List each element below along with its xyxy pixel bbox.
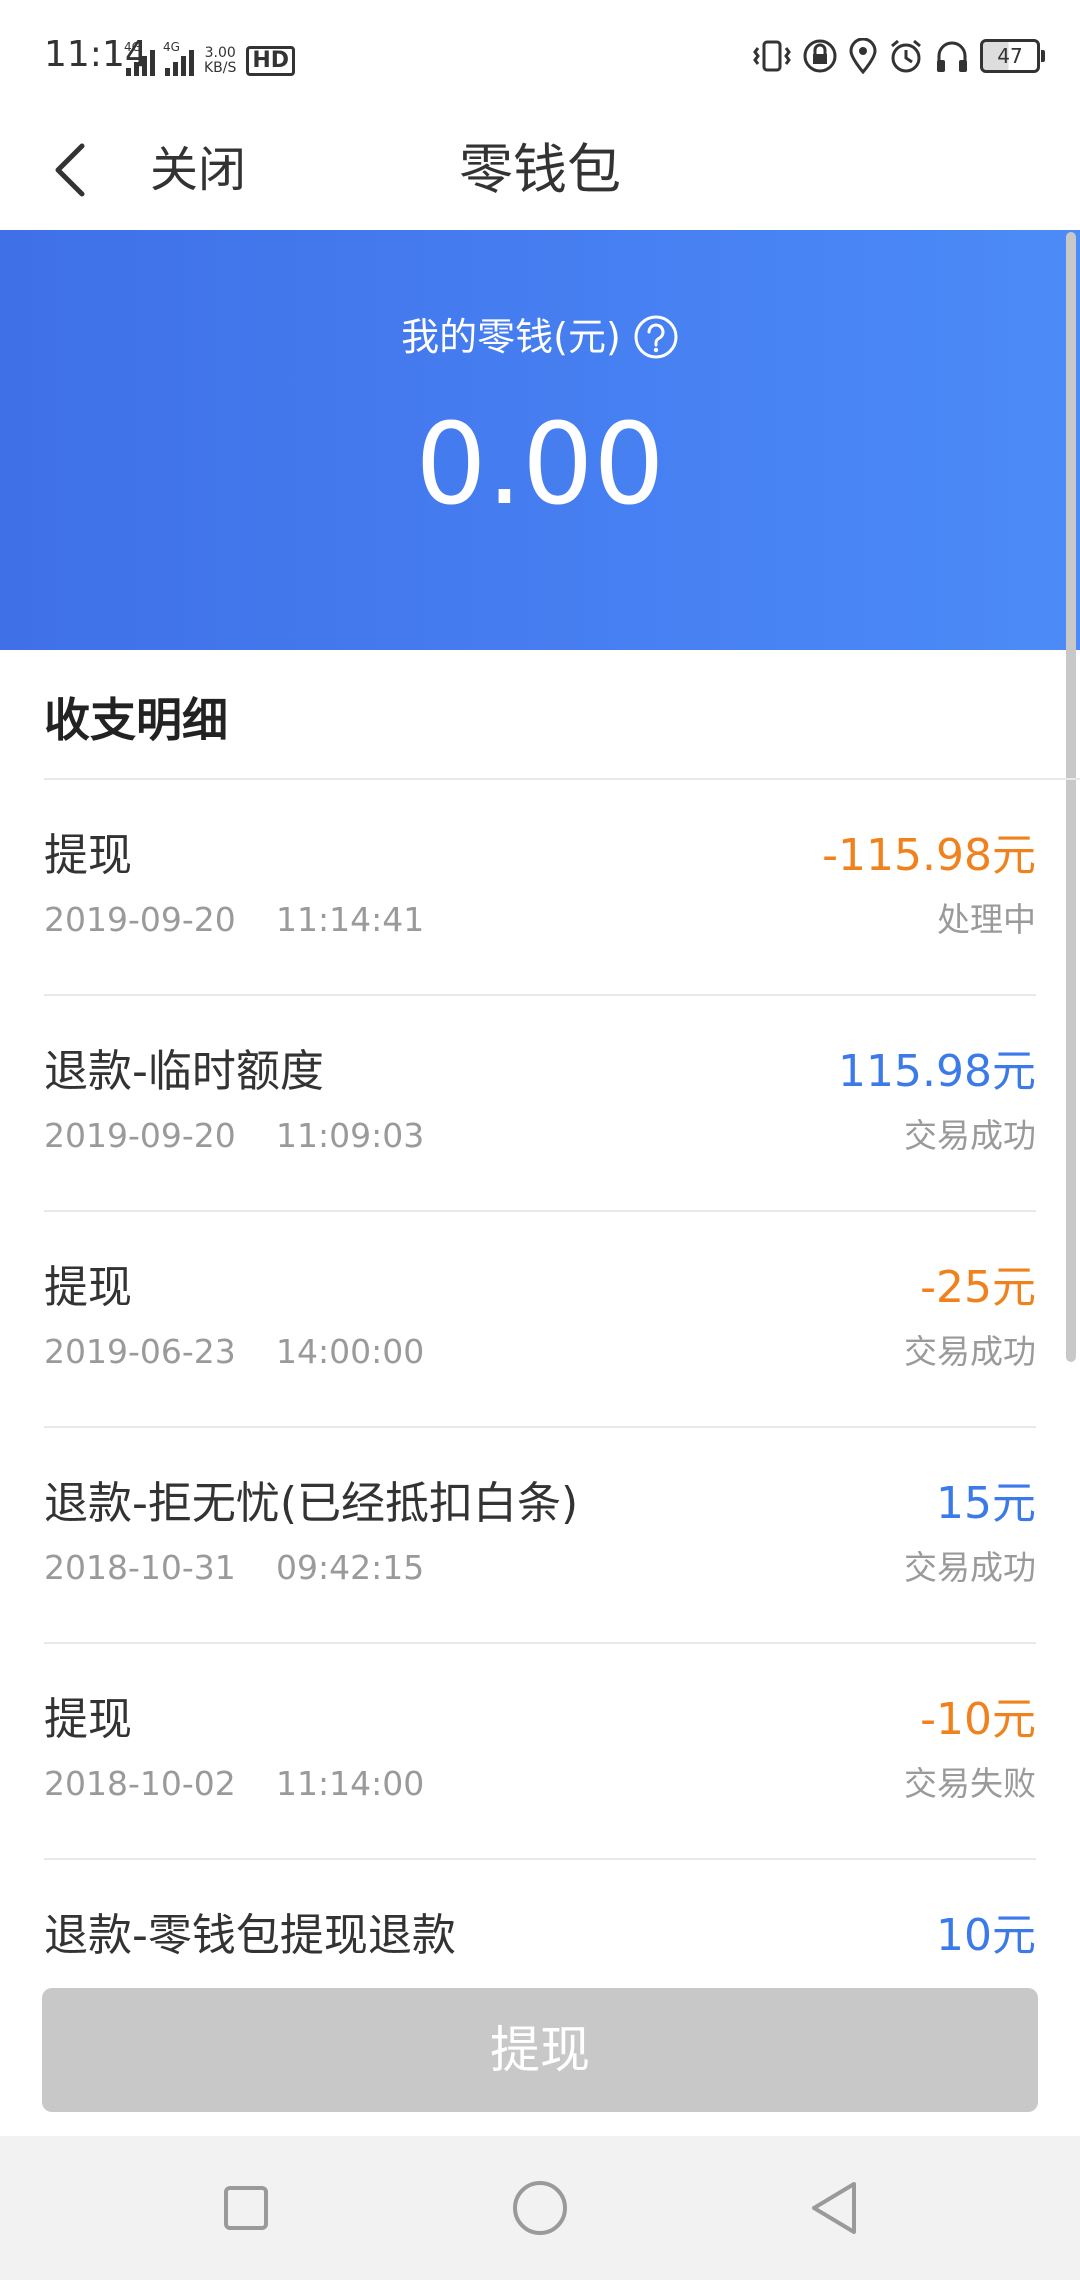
balance-label: 我的零钱(元) — [401, 315, 621, 359]
transaction-title: 提现 — [44, 1262, 132, 1313]
transaction-item[interactable]: 提现 2019-09-20 11:14:41 -115.98元 处理中 — [44, 780, 1036, 996]
transaction-date: 2018-10-02 — [44, 1764, 236, 1803]
status-bar: 11:14 4G 4G 3.00 KB/S HD 47 — [0, 0, 1080, 110]
transaction-date: 2019-09-20 — [44, 1116, 236, 1155]
transaction-time: 14:00:00 — [276, 1332, 425, 1371]
transaction-amount: -115.98元 — [822, 830, 1036, 881]
network-indicators: 4G 4G 3.00 KB/S HD — [124, 34, 296, 76]
transaction-time: 11:14:41 — [276, 900, 425, 939]
signal-icon: 4G — [124, 40, 155, 76]
network-speed-value: 3.00 — [204, 45, 236, 61]
section-title: 收支明细 — [44, 693, 228, 747]
transaction-title: 退款-零钱包提现退款 — [44, 1910, 456, 1961]
transaction-date: 2018-10-31 — [44, 1548, 236, 1587]
battery-icon: 47 — [980, 39, 1045, 73]
transaction-list: 提现 2019-09-20 11:14:41 -115.98元 处理中 退款-临… — [0, 780, 1080, 1990]
lock-rotation-icon — [803, 39, 837, 73]
network-speed: 3.00 KB/S — [204, 46, 236, 76]
transaction-date: 2019-06-23 — [44, 1332, 236, 1371]
transaction-title: 退款-临时额度 — [44, 1046, 324, 1097]
transaction-amount: -10元 — [920, 1694, 1036, 1745]
hd-voice-icon: HD — [246, 46, 296, 76]
network-speed-unit: KB/S — [204, 60, 237, 76]
balance-amount: 0.00 — [415, 400, 665, 530]
transaction-item[interactable]: 退款-临时额度 2019-09-20 11:09:03 115.98元 交易成功 — [44, 996, 1036, 1212]
transaction-status: 交易成功 — [904, 1548, 1036, 1587]
transaction-amount: 115.98元 — [838, 1046, 1036, 1097]
transaction-status: 交易成功 — [904, 1116, 1036, 1155]
alarm-icon — [891, 39, 921, 73]
headphones-icon — [937, 41, 967, 72]
transaction-time: 09:42:15 — [276, 1548, 425, 1587]
circle-icon — [513, 2181, 567, 2235]
transaction-title: 提现 — [44, 1694, 132, 1745]
navigation-bar: 关闭 零钱包 — [0, 110, 1080, 230]
transaction-item[interactable]: 提现 2019-06-23 14:00:00 -25元 交易成功 — [44, 1212, 1036, 1428]
back-button[interactable] — [40, 130, 100, 210]
transaction-date: 2019-09-20 — [44, 900, 236, 939]
transaction-amount: -25元 — [920, 1262, 1036, 1313]
recent-apps-button[interactable] — [206, 2168, 286, 2248]
signal-icon: 4G — [163, 40, 194, 76]
balance-card: 我的零钱(元) 0.00 — [0, 230, 1080, 650]
transaction-amount: 10元 — [936, 1910, 1036, 1961]
transaction-status: 交易失败 — [904, 1764, 1036, 1803]
location-icon — [849, 38, 877, 74]
transaction-title: 提现 — [44, 830, 132, 881]
home-button[interactable] — [500, 2168, 580, 2248]
triangle-back-icon — [812, 2182, 856, 2234]
status-icons: 47 — [752, 36, 1045, 76]
transaction-amount: 15元 — [936, 1478, 1036, 1529]
transaction-time: 11:09:03 — [276, 1116, 425, 1155]
transaction-title: 退款-拒无忧(已经抵扣白条) — [44, 1478, 579, 1529]
network-type-label: 4G — [124, 40, 141, 54]
system-navigation-bar — [0, 2136, 1080, 2280]
balance-label-row: 我的零钱(元) — [0, 312, 1080, 362]
transaction-item[interactable]: 退款-拒无忧(已经抵扣白条) 2018-10-31 09:42:15 15元 交… — [44, 1428, 1036, 1644]
transaction-item[interactable]: 提现 2018-10-02 11:14:00 -10元 交易失败 — [44, 1644, 1036, 1860]
square-icon — [224, 2186, 268, 2230]
close-button[interactable]: 关闭 — [150, 130, 246, 210]
transaction-item[interactable]: 退款-零钱包提现退款 10元 — [44, 1860, 1036, 1990]
transaction-time: 11:14:00 — [276, 1764, 425, 1803]
chevron-left-icon — [55, 143, 85, 197]
transaction-status: 交易成功 — [904, 1332, 1036, 1371]
help-icon[interactable] — [633, 314, 679, 360]
network-type-label: 4G — [163, 40, 180, 54]
back-nav-button[interactable] — [794, 2168, 874, 2248]
vibrate-icon — [753, 40, 791, 72]
transaction-status: 处理中 — [937, 900, 1036, 939]
withdraw-button[interactable]: 提现 — [42, 1988, 1038, 2112]
